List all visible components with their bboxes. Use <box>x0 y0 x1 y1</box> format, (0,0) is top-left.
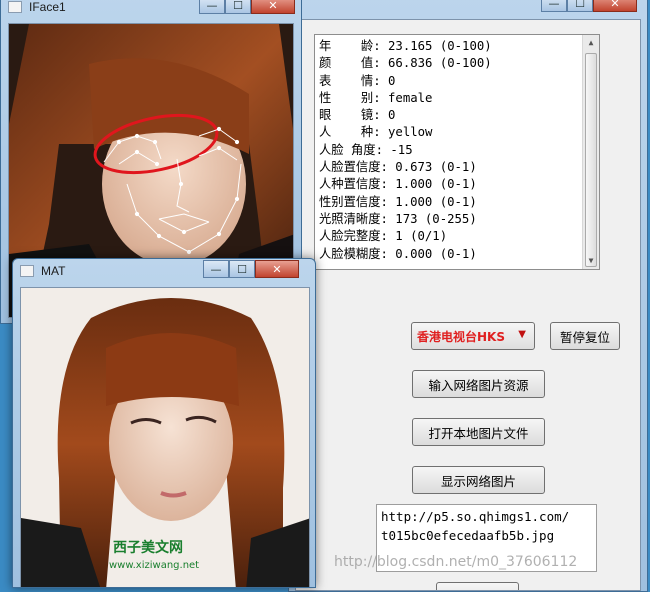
iface1-maximize-button[interactable]: ☐ <box>225 0 251 14</box>
maximize-icon: ☐ <box>575 0 585 10</box>
iface1-close-button[interactable]: ✕ <box>251 0 295 14</box>
station-combo-value: 香港电视台HKS <box>417 329 505 344</box>
mat-image-area: 西子美文网 www.xiziwang.net <box>20 287 310 587</box>
exit-program-button[interactable]: 结束程序 <box>436 582 519 590</box>
output-text: 年 龄: 23.165 (0-100) 颜 值: 66.836 (0-100) … <box>319 39 492 261</box>
minimize-icon: — <box>210 262 222 276</box>
iface1-minimize-button[interactable]: — <box>199 0 225 14</box>
window-app-icon <box>8 1 22 13</box>
open-local-image-button[interactable]: 打开本地图片文件 <box>412 418 545 446</box>
face-analysis-output[interactable]: 年 龄: 23.165 (0-100) 颜 值: 66.836 (0-100) … <box>314 34 600 270</box>
logo-text: 西子美文网 <box>113 539 183 556</box>
maximize-icon: ☐ <box>233 0 243 12</box>
close-icon: ✕ <box>610 0 620 10</box>
main-window: — ☐ ✕ 年 龄: 23.165 (0-100) 颜 值: 66.836 (0… <box>288 0 648 592</box>
scroll-up-icon[interactable]: ▲ <box>583 35 599 51</box>
maximize-button[interactable]: ☐ <box>567 0 593 12</box>
chevron-down-icon: ▼ <box>518 329 526 340</box>
mat-title: MAT <box>41 264 66 278</box>
iface1-titlebar[interactable]: IFace1 — ☐ ✕ <box>1 0 301 21</box>
logo-url: www.xiziwang.net <box>109 560 199 571</box>
pause-reset-button[interactable]: 暂停复位 <box>550 322 620 350</box>
show-network-image-button[interactable]: 显示网络图片 <box>412 466 545 494</box>
mat-minimize-button[interactable]: — <box>203 260 229 278</box>
minimize-button[interactable]: — <box>541 0 567 12</box>
scroll-thumb[interactable] <box>585 53 597 267</box>
station-combo[interactable]: 香港电视台HKS ▼ <box>411 322 535 350</box>
output-scrollbar[interactable]: ▲ ▼ <box>582 35 599 269</box>
mat-window: MAT — ☐ ✕ 西子美文网 www.xiziwang.net <box>12 258 316 588</box>
main-titlebar[interactable]: — ☐ ✕ <box>289 0 647 19</box>
maximize-icon: ☐ <box>237 262 247 276</box>
close-icon: ✕ <box>272 262 282 276</box>
minimize-icon: — <box>206 0 218 12</box>
main-client-area: 年 龄: 23.165 (0-100) 颜 值: 66.836 (0-100) … <box>295 19 641 591</box>
scroll-down-icon[interactable]: ▼ <box>583 253 599 269</box>
window-app-icon <box>20 265 34 277</box>
mat-titlebar[interactable]: MAT — ☐ ✕ <box>13 259 315 285</box>
close-button[interactable]: ✕ <box>593 0 637 12</box>
close-icon: ✕ <box>268 0 278 12</box>
mat-maximize-button[interactable]: ☐ <box>229 260 255 278</box>
portrait-image: 西子美文网 www.xiziwang.net <box>21 288 309 587</box>
iface1-title: IFace1 <box>29 0 66 14</box>
minimize-icon: — <box>548 0 560 10</box>
watermark: http://blog.csdn.net/m0_37606112 <box>334 554 578 570</box>
input-network-image-button[interactable]: 输入网络图片资源 <box>412 370 545 398</box>
mat-close-button[interactable]: ✕ <box>255 260 299 278</box>
